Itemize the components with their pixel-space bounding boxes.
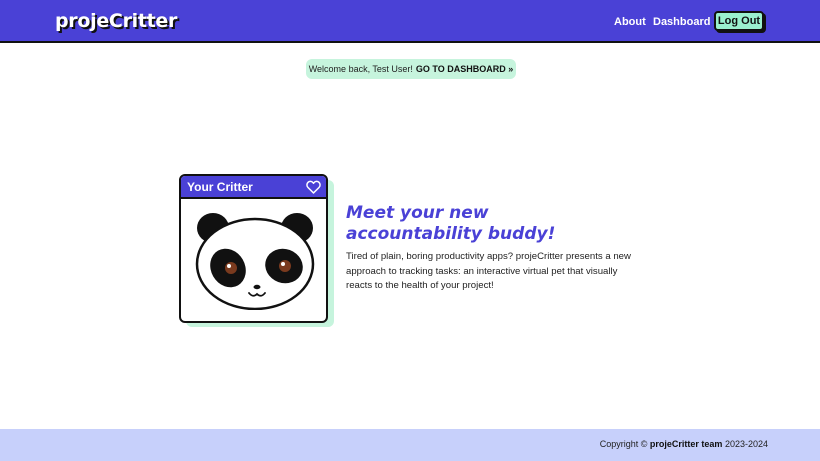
nav-link-dashboard[interactable]: Dashboard <box>653 16 710 28</box>
heart-icon[interactable] <box>306 180 321 194</box>
panda-critter-image <box>195 213 315 310</box>
panda-nose <box>253 284 261 290</box>
logout-button[interactable]: Log Out <box>714 11 764 31</box>
critter-card-title: Your Critter <box>187 180 253 194</box>
hero-heading-line-1: Meet your new <box>346 203 489 223</box>
site-logo[interactable]: projeCritter <box>55 10 177 32</box>
copyright-prefix: Copyright © <box>599 439 648 449</box>
hero-description: Tired of plain, boring productivity apps… <box>346 251 631 291</box>
welcome-banner: Welcome back, Test User! GO TO DASHBOARD… <box>306 59 516 79</box>
critter-card-header: Your Critter <box>181 176 326 199</box>
panda-right-eye <box>279 260 291 272</box>
panda-left-eye <box>225 262 237 274</box>
welcome-text: Welcome back, Test User! <box>308 64 413 74</box>
page: projeCritter About Dashboard Log Out Wel… <box>0 0 820 461</box>
hero-heading: Meet your new accountability buddy! <box>346 203 606 245</box>
critter-card: Your Critter <box>179 174 328 323</box>
nav-link-about[interactable]: About <box>614 16 646 28</box>
site-footer: Copyright © projeCritter team 2023-2024 <box>0 429 820 461</box>
copyright-team: projeCritter team <box>649 439 723 449</box>
go-to-dashboard-link[interactable]: GO TO DASHBOARD » <box>416 64 513 74</box>
hero-heading-line-2: accountability buddy! <box>346 224 556 244</box>
copyright-text: Copyright © projeCritter team 2023-2024 <box>600 439 768 449</box>
top-navbar: projeCritter About Dashboard Log Out <box>0 0 820 43</box>
copyright-years: 2023-2024 <box>724 439 768 449</box>
